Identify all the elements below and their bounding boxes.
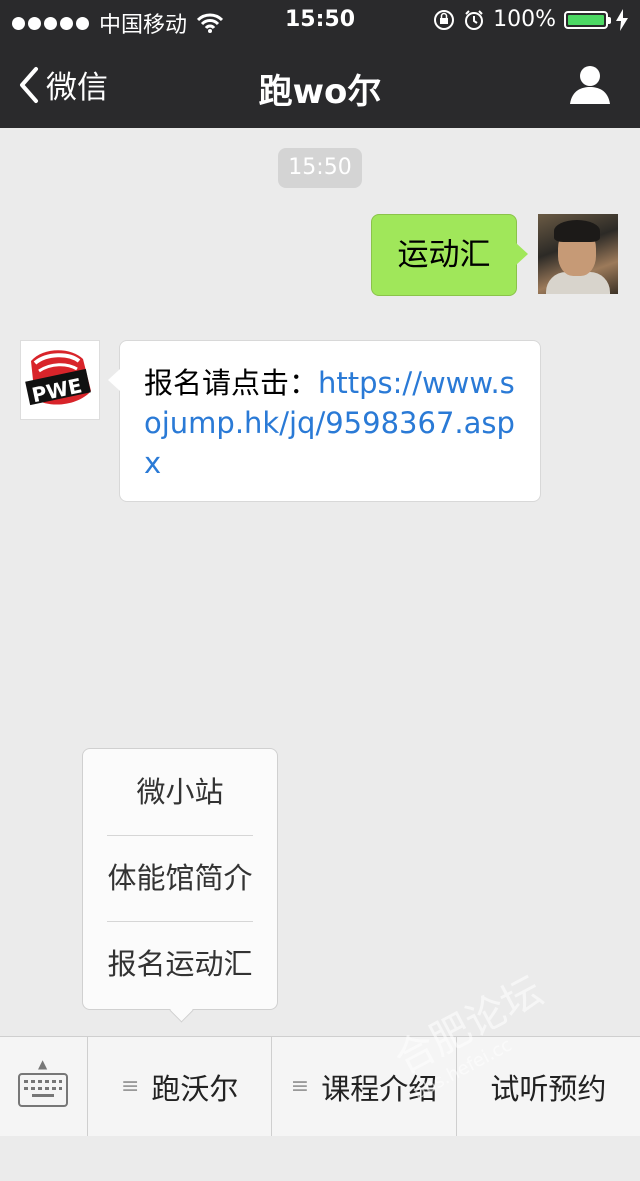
submenu-item-micro-site[interactable]: 微小站 [83,749,277,835]
menu-tab-courses[interactable]: ≡ 课程介绍 [272,1037,457,1136]
menu-tab-label: 课程介绍 [321,1071,438,1106]
menu-tab-label: 跑沃尔 [151,1071,239,1106]
chat-area[interactable]: 15:50 运动汇 PWE 报名请点击：https://www.sojump.h… [0,128,640,1036]
keyboard-icon [18,1073,68,1107]
keyboard-toggle-button[interactable]: ▲ [0,1037,88,1136]
page-title: 跑wo尔 [258,72,382,112]
bot-message-text: 报名请点击： [144,366,319,400]
menu-tab-paowoer[interactable]: ≡ 跑沃尔 [88,1037,273,1136]
pwe-logo: PWE [25,350,91,407]
submenu-indicator-icon: ≡ [120,1074,140,1099]
bot-message-bubble: 报名请点击：https://www.sojump.hk/jq/9598367.a… [108,340,541,502]
chevron-up-icon: ▲ [38,1057,48,1071]
submenu-item-gym-intro[interactable]: 体能馆简介 [83,835,277,921]
nav-bar: 微信 跑wo尔 [0,40,640,128]
bottom-menu-bar: ▲ ≡ 跑沃尔 ≡ 课程介绍 试听预约 [0,1036,640,1136]
bot-avatar[interactable]: PWE [20,340,100,420]
self-avatar[interactable] [538,214,618,294]
profile-icon[interactable] [568,64,612,104]
submenu-indicator-icon: ≡ [290,1074,310,1099]
menu-tab-trial-booking[interactable]: 试听预约 [457,1037,640,1136]
submenu-item-register[interactable]: 报名运动汇 [83,921,277,1007]
status-right: 100% [433,7,628,32]
battery-percent: 100% [493,7,556,32]
battery-icon [564,10,611,29]
message-timestamp: 15:50 [278,148,362,188]
submenu-popup: 微小站 体能馆简介 报名运动汇 [82,748,278,1010]
menu-tab-label: 试听预约 [490,1071,607,1106]
status-bar: 中国移动 15:50 100% [0,0,640,40]
charging-icon [616,8,628,31]
self-message-bubble[interactable]: 运动汇 [371,214,528,296]
rotation-lock-icon [434,9,455,30]
alarm-icon [465,9,484,30]
